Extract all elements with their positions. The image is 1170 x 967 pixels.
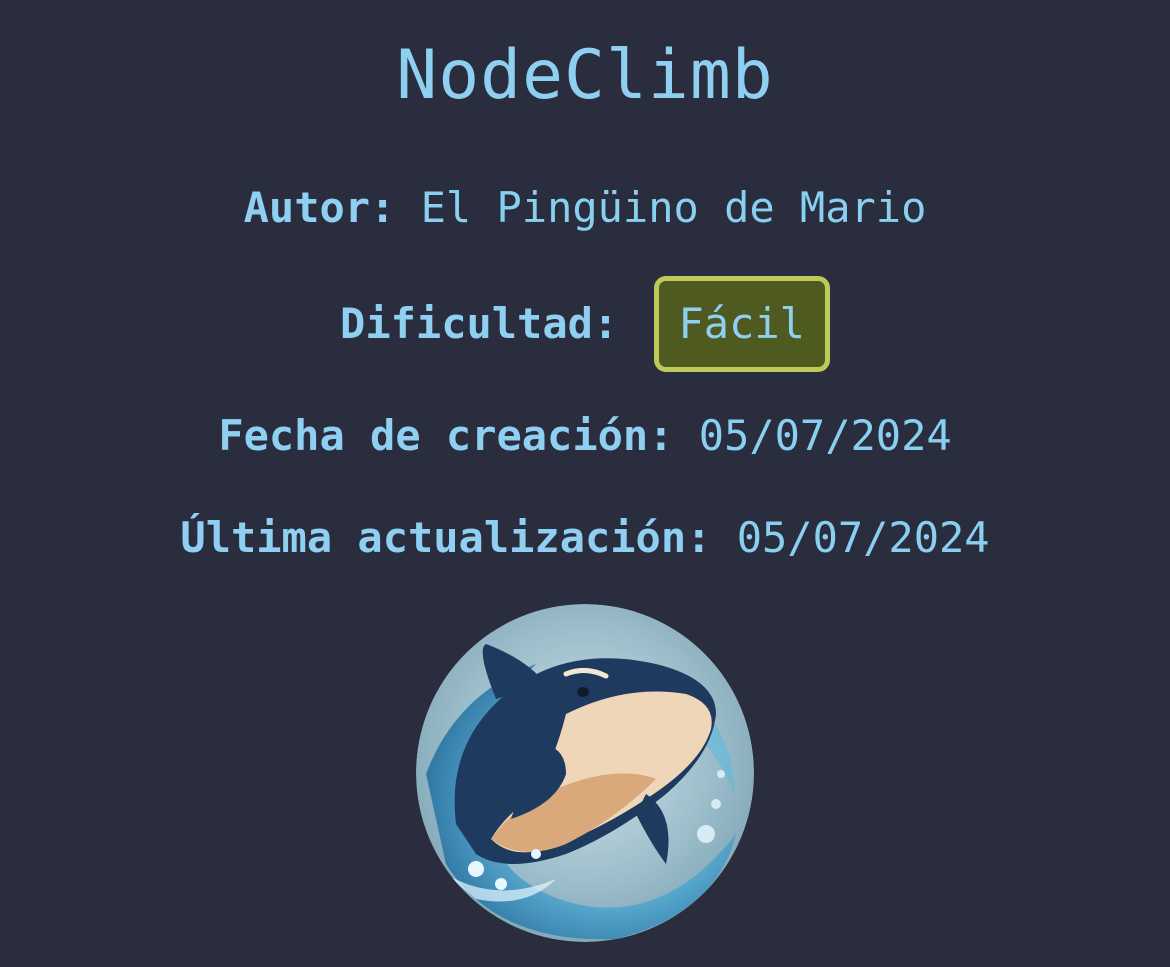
machine-title: NodeClimb <box>396 36 774 115</box>
machine-avatar <box>416 604 754 942</box>
author-row: Autor: El Pingüino de Mario <box>0 180 1170 236</box>
machine-card: NodeClimb Autor: El Pingüino de Mario Di… <box>0 0 1170 967</box>
difficulty-label: Dificultad: <box>340 299 619 348</box>
updated-row: Última actualización: 05/07/2024 <box>0 510 1170 566</box>
updated-value: 05/07/2024 <box>736 513 990 562</box>
difficulty-badge: Fácil <box>653 276 830 372</box>
orca-icon <box>416 604 754 942</box>
author-value: El Pingüino de Mario <box>420 183 927 232</box>
created-label: Fecha de creación: <box>218 411 674 460</box>
author-label: Autor: <box>243 183 396 232</box>
updated-label: Última actualización: <box>180 513 712 562</box>
difficulty-row: Dificultad: Fácil <box>0 276 1170 372</box>
created-row: Fecha de creación: 05/07/2024 <box>0 408 1170 464</box>
created-value: 05/07/2024 <box>698 411 952 460</box>
